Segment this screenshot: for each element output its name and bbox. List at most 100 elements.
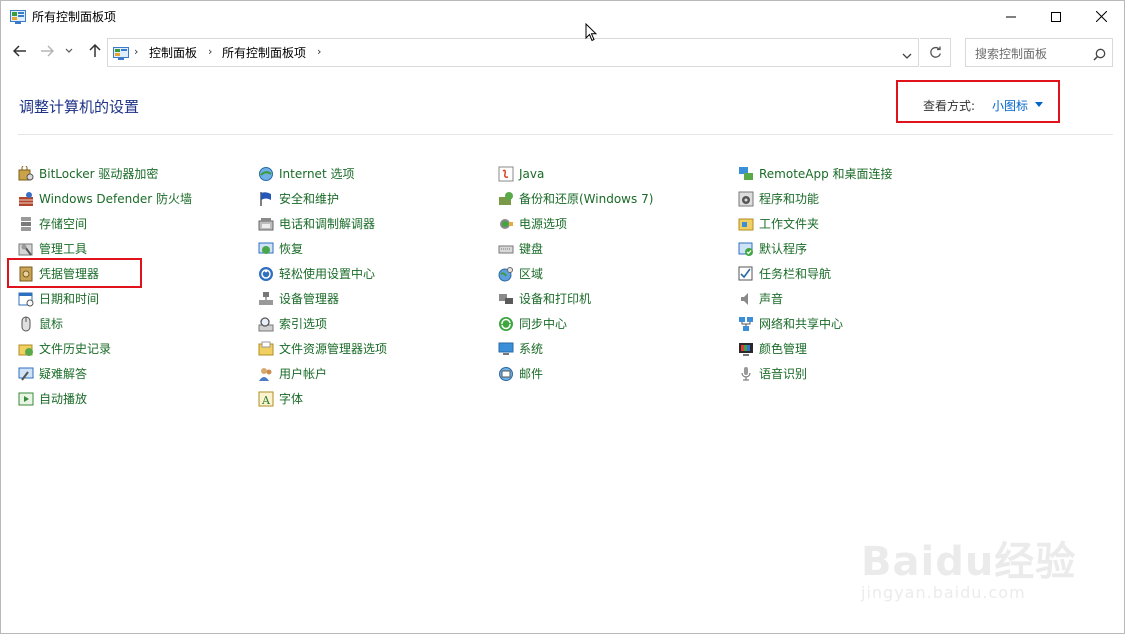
item-label[interactable]: 默认程序 xyxy=(759,240,807,257)
item-programs-features[interactable]: 程序和功能 xyxy=(738,186,976,211)
caret-down-icon[interactable] xyxy=(1035,102,1043,107)
item-speech-recognition[interactable]: 语音识别 xyxy=(738,361,976,386)
item-sound[interactable]: 声音 xyxy=(738,286,976,311)
item-label[interactable]: 安全和维护 xyxy=(279,190,339,207)
item-label[interactable]: 备份和还原(Windows 7) xyxy=(519,190,653,207)
item-label[interactable]: 设备和打印机 xyxy=(519,290,591,307)
item-firewall[interactable]: Windows Defender 防火墙 xyxy=(18,186,256,211)
item-label[interactable]: 任务栏和导航 xyxy=(759,265,831,282)
file-history-icon xyxy=(18,341,34,357)
item-mouse[interactable]: 鼠标 xyxy=(18,311,256,336)
item-file-history[interactable]: 文件历史记录 xyxy=(18,336,256,361)
item-phone-modem[interactable]: 电话和调制解调器 xyxy=(258,211,496,236)
item-region[interactable]: 区域 xyxy=(498,261,736,286)
item-security-maintenance[interactable]: 安全和维护 xyxy=(258,186,496,211)
item-recovery[interactable]: 恢复 xyxy=(258,236,496,261)
item-label[interactable]: 恢复 xyxy=(279,240,303,257)
item-label[interactable]: 电话和调制解调器 xyxy=(279,215,375,232)
item-label[interactable]: 区域 xyxy=(519,265,543,282)
refresh-icon xyxy=(929,46,941,58)
item-user-accounts[interactable]: 用户帐户 xyxy=(258,361,496,386)
item-label[interactable]: 电源选项 xyxy=(519,215,567,232)
item-label[interactable]: 文件历史记录 xyxy=(39,340,111,357)
view-by-dropdown[interactable]: 小图标 xyxy=(992,97,1028,114)
item-system[interactable]: 系统 xyxy=(498,336,736,361)
item-bitlocker[interactable]: BitLocker 驱动器加密 xyxy=(18,161,256,186)
item-label[interactable]: 鼠标 xyxy=(39,315,63,332)
explorer-options-icon xyxy=(258,341,274,357)
item-label[interactable]: 系统 xyxy=(519,340,543,357)
address-bar[interactable]: › 控制面板 › 所有控制面板项 › xyxy=(107,38,919,67)
minimize-button[interactable] xyxy=(988,1,1034,32)
search-input[interactable]: 搜索控制面板 xyxy=(975,45,1047,62)
item-label[interactable]: 用户帐户 xyxy=(279,365,327,382)
forward-button[interactable] xyxy=(36,39,58,63)
item-ease-of-access[interactable]: 轻松使用设置中心 xyxy=(258,261,496,286)
recent-locations-button[interactable] xyxy=(62,39,76,63)
search-box[interactable]: 搜索控制面板 xyxy=(965,38,1113,67)
item-storage-spaces[interactable]: 存储空间 xyxy=(18,211,256,236)
default-programs-icon xyxy=(738,241,754,257)
item-label[interactable]: 语音识别 xyxy=(759,365,807,382)
item-troubleshooting[interactable]: 疑难解答 xyxy=(18,361,256,386)
watermark-brand: Baidu经验 xyxy=(861,539,1077,585)
item-label[interactable]: 日期和时间 xyxy=(39,290,99,307)
item-label[interactable]: Java xyxy=(519,167,544,181)
breadcrumb-item[interactable]: 控制面板 xyxy=(149,44,197,61)
item-indexing-options[interactable]: 索引选项 xyxy=(258,311,496,336)
refresh-button[interactable] xyxy=(920,38,951,67)
item-taskbar[interactable]: 任务栏和导航 xyxy=(738,261,976,286)
item-backup-restore[interactable]: 备份和还原(Windows 7) xyxy=(498,186,736,211)
item-label[interactable]: 工作文件夹 xyxy=(759,215,819,232)
item-label[interactable]: RemoteApp 和桌面连接 xyxy=(759,165,893,182)
item-label[interactable]: 设备管理器 xyxy=(279,290,339,307)
address-dropdown-button[interactable] xyxy=(902,45,912,64)
item-mail[interactable]: 邮件 xyxy=(498,361,736,386)
search-icon[interactable] xyxy=(1093,46,1106,65)
item-keyboard[interactable]: 键盘 xyxy=(498,236,736,261)
item-label[interactable]: 轻松使用设置中心 xyxy=(279,265,375,282)
item-date-time[interactable]: 日期和时间 xyxy=(18,286,256,311)
item-network-sharing[interactable]: 网络和共享中心 xyxy=(738,311,976,336)
item-color-management[interactable]: 颜色管理 xyxy=(738,336,976,361)
item-label[interactable]: 字体 xyxy=(279,390,303,407)
item-power-options[interactable]: 电源选项 xyxy=(498,211,736,236)
up-button[interactable] xyxy=(84,39,106,63)
item-autoplay[interactable]: 自动播放 xyxy=(18,386,256,411)
breadcrumb-separator[interactable]: › xyxy=(317,45,321,58)
item-devices-printers[interactable]: 设备和打印机 xyxy=(498,286,736,311)
maximize-button[interactable] xyxy=(1033,1,1079,32)
item-remoteapp[interactable]: RemoteApp 和桌面连接 xyxy=(738,161,976,186)
item-label[interactable]: BitLocker 驱动器加密 xyxy=(39,165,158,182)
item-sync-center[interactable]: 同步中心 xyxy=(498,311,736,336)
breadcrumb-separator[interactable]: › xyxy=(134,45,138,58)
item-label[interactable]: 程序和功能 xyxy=(759,190,819,207)
item-fonts[interactable]: A 字体 xyxy=(258,386,496,411)
item-label[interactable]: 疑难解答 xyxy=(39,365,87,382)
item-device-manager[interactable]: 设备管理器 xyxy=(258,286,496,311)
back-button[interactable] xyxy=(9,39,31,63)
item-internet-options[interactable]: Internet 选项 xyxy=(258,161,496,186)
close-button[interactable] xyxy=(1078,1,1124,32)
item-work-folders[interactable]: 工作文件夹 xyxy=(738,211,976,236)
item-label[interactable]: 网络和共享中心 xyxy=(759,315,843,332)
item-explorer-options[interactable]: 文件资源管理器选项 xyxy=(258,336,496,361)
item-label[interactable]: 颜色管理 xyxy=(759,340,807,357)
item-label[interactable]: 索引选项 xyxy=(279,315,327,332)
item-label[interactable]: 文件资源管理器选项 xyxy=(279,340,387,357)
item-label[interactable]: 自动播放 xyxy=(39,390,87,407)
item-java[interactable]: Java xyxy=(498,161,736,186)
admin-tools-icon xyxy=(18,241,34,257)
item-default-programs[interactable]: 默认程序 xyxy=(738,236,976,261)
item-label[interactable]: 声音 xyxy=(759,290,783,307)
item-label[interactable]: 管理工具 xyxy=(39,240,87,257)
breadcrumb-separator[interactable]: › xyxy=(208,45,212,58)
breadcrumb-item[interactable]: 所有控制面板项 xyxy=(222,44,306,61)
item-label[interactable]: Internet 选项 xyxy=(279,165,354,182)
storage-spaces-icon xyxy=(18,216,34,232)
item-label[interactable]: 键盘 xyxy=(519,240,543,257)
item-label[interactable]: 同步中心 xyxy=(519,315,567,332)
item-label[interactable]: 邮件 xyxy=(519,365,543,382)
item-label[interactable]: 存储空间 xyxy=(39,215,87,232)
item-label[interactable]: Windows Defender 防火墙 xyxy=(39,190,192,207)
